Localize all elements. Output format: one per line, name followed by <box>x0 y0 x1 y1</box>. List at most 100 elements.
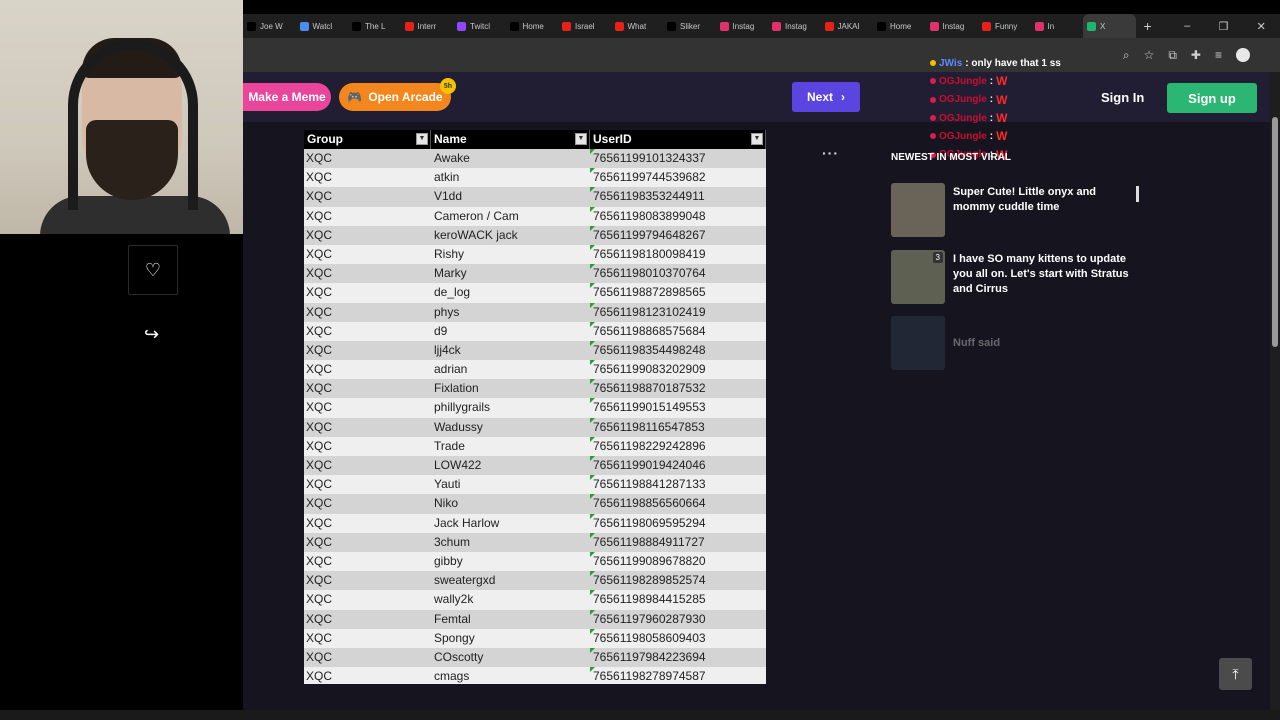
cell-userid: 76561197960287930 <box>590 609 766 629</box>
header-name: Name ▼ <box>431 130 590 149</box>
chat-text: W <box>996 129 1008 144</box>
browser-tab[interactable]: Home <box>873 14 926 38</box>
chat-badge-icon <box>930 60 936 67</box>
table-row: XQC gibby 76561199089678820 <box>304 551 766 572</box>
cell-userid: 76561198180098419 <box>590 244 766 264</box>
chat-text: W <box>996 92 1008 107</box>
cell-group: XQC <box>306 400 333 415</box>
browser-tab[interactable]: X <box>1083 14 1136 38</box>
browser-tab[interactable]: Interr <box>401 14 454 38</box>
sheet-body: XQC Awake 76561199101324337 XQC atkin 7656119… <box>304 149 766 684</box>
cell-name: d9 <box>434 323 448 338</box>
page-scrollbar-thumb[interactable] <box>1272 117 1278 347</box>
browser-tab[interactable]: Israel <box>558 14 611 38</box>
browser-tab-label: The L <box>365 21 386 31</box>
browser-tab-label: Instag <box>785 21 807 31</box>
sign-up-button[interactable]: Sign up <box>1167 83 1257 113</box>
menu-lines-icon[interactable]: ≡ <box>1215 48 1222 63</box>
cell-userid: 76561198010370764 <box>590 264 766 283</box>
viral-item-title: Nuff said <box>953 337 1001 349</box>
cell-name: de_log <box>434 285 471 300</box>
browser-tab[interactable]: Joe W <box>243 14 296 38</box>
table-row: XQC wally2k 76561198984415285 <box>304 590 766 610</box>
cell-group: XQC <box>306 381 333 396</box>
browser-tab[interactable]: Instag <box>926 14 979 38</box>
cell-name: 3chum <box>434 534 471 549</box>
cell-group: XQC <box>306 534 333 549</box>
chat-username: OGJungle <box>939 130 987 142</box>
browser-tab[interactable]: Instag <box>768 14 821 38</box>
browser-tab[interactable]: Sliker <box>663 14 716 38</box>
maximize-button[interactable]: ❐ <box>1219 20 1229 33</box>
cell-name: Niko <box>434 496 459 511</box>
table-row: XQC Wadussy 76561198116547853 <box>304 417 766 437</box>
cell-name: COscotty <box>434 649 484 664</box>
chat-message: OGJungle: W <box>930 127 1100 145</box>
close-window-button[interactable]: ✕ <box>1257 20 1266 33</box>
like-button[interactable]: ♡ <box>128 245 178 295</box>
cell-name: sweatergxd <box>434 573 496 588</box>
viral-item[interactable]: Super Cute! Little onyx and mommy cuddle… <box>891 183 1141 237</box>
table-row: XQC d9 76561198868575684 <box>304 321 766 341</box>
chat-username: OGJungle <box>939 94 987 106</box>
browser-tab[interactable]: Instag <box>716 14 769 38</box>
table-row: XQC de_log 76561198872898565 <box>304 283 766 303</box>
sign-in-link[interactable]: Sign In <box>1101 90 1144 105</box>
next-button[interactable]: Next › <box>792 82 860 112</box>
viral-item[interactable]: Nuff said <box>891 316 1141 370</box>
tiktok-icon <box>667 21 676 31</box>
cell-name: adrian <box>434 362 468 377</box>
browser-tab[interactable]: In <box>1031 14 1084 38</box>
header-userid: UserID ▼ <box>590 130 766 149</box>
browser-tab[interactable]: The L <box>348 14 401 38</box>
extension-icon[interactable]: ⧉ <box>1168 48 1177 63</box>
browser-tab-label: Twitcl <box>470 21 490 31</box>
browser-tab[interactable]: JAKAI <box>821 14 874 38</box>
new-tab-button[interactable]: + <box>1144 18 1152 34</box>
browser-tab-label: In <box>1047 21 1055 31</box>
cell-userid: 76561198841287133 <box>590 475 766 494</box>
cell-group: XQC <box>306 151 333 165</box>
filter-icon: ▼ <box>416 133 428 145</box>
table-row: XQC Awake 76561199101324337 <box>304 149 766 169</box>
cell-group: XQC <box>306 553 333 568</box>
bookmark-star-icon[interactable]: ☆ <box>1144 48 1155 63</box>
cell-name: Rishy <box>434 246 465 261</box>
browser-tab-label: Sliker <box>680 21 701 31</box>
chat-username: OGJungle <box>939 75 987 87</box>
table-row: XQC Jack Harlow 76561198069595294 <box>304 513 766 533</box>
share-arrow-icon[interactable]: ↪ <box>144 324 159 345</box>
viral-item[interactable]: 3 I have SO many kittens to update you a… <box>891 250 1141 304</box>
cell-name: Trade <box>434 438 465 453</box>
chat-overlay: JWis: only have that 1 ss OGJungle: W OGJun… <box>930 54 1100 164</box>
instagram-icon <box>772 21 781 31</box>
zoom-icon[interactable]: ⌕ <box>1123 48 1130 63</box>
chat-message: OGJungle: W <box>930 109 1100 127</box>
browser-tab[interactable]: Watcl <box>296 14 349 38</box>
profile-avatar[interactable] <box>1236 48 1250 62</box>
table-row: XQC ljj4ck 76561198354498248 <box>304 340 766 361</box>
browser-tab-label: Instag <box>942 21 965 31</box>
back-to-top-button[interactable]: ⤒ <box>1219 658 1252 690</box>
youtube-icon <box>562 21 571 31</box>
cell-group: XQC <box>306 515 333 530</box>
x-logo-icon <box>509 21 519 31</box>
minimize-button[interactable]: – <box>1184 20 1190 32</box>
chat-message: OGJungle: W <box>930 91 1100 109</box>
chat-badge-icon <box>930 78 936 85</box>
make-meme-button[interactable]: Make a Meme <box>243 83 331 111</box>
browser-tab[interactable]: What <box>611 14 664 38</box>
table-row: XQC phys 76561198123102419 <box>304 302 766 322</box>
browser-tab[interactable]: Home <box>506 14 559 38</box>
more-options-button[interactable]: ··· <box>822 145 839 161</box>
table-row: XQC Femtal 76561197960287930 <box>304 609 766 629</box>
open-arcade-button[interactable]: 🎮 Open Arcade <box>339 83 451 111</box>
browser-tab[interactable]: Twitcl <box>453 14 506 38</box>
table-row: XQC Cameron / Cam 76561198083899048 <box>304 206 766 226</box>
bottom-bar <box>0 710 1280 720</box>
cell-name: phillygrails <box>434 400 491 415</box>
browser-tab[interactable]: Funny <box>978 14 1031 38</box>
table-row: XQC keroWACK jack 76561199794648267 <box>304 225 766 245</box>
puzzle-icon[interactable]: ✚ <box>1191 48 1201 63</box>
cell-userid: 76561198884911727 <box>590 532 766 552</box>
